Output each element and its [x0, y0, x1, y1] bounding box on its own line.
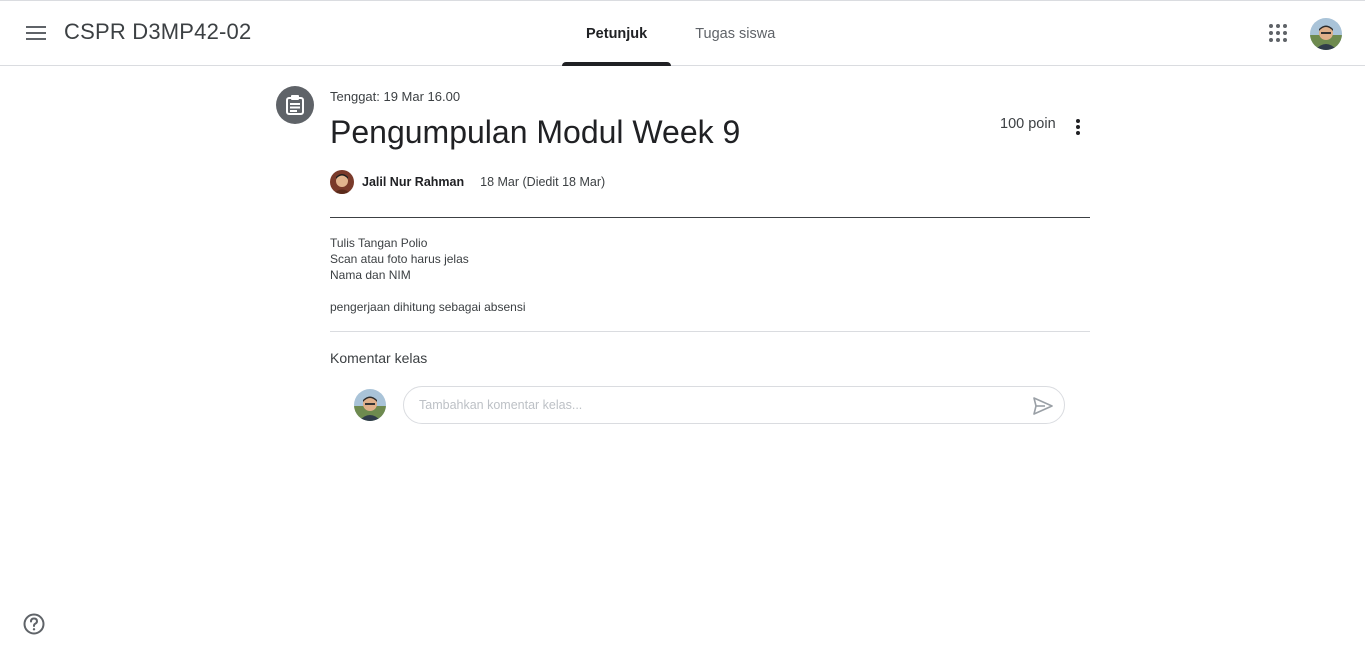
help-button[interactable]: [22, 612, 46, 636]
instruction-line: Nama dan NIM: [330, 268, 411, 282]
assignment-icon: [276, 86, 314, 124]
instructions-text: Tulis Tangan Polio Scan atau foto harus …: [330, 235, 526, 315]
class-comments-heading: Komentar kelas: [330, 350, 428, 366]
author-row: Jalil Nur Rahman 18 Mar (Diedit 18 Mar): [330, 170, 605, 194]
instruction-line: Scan atau foto harus jelas: [330, 252, 469, 266]
account-avatar[interactable]: [1310, 18, 1342, 50]
menu-icon: [26, 26, 46, 40]
posted-date: 18 Mar (Diedit 18 Mar): [480, 175, 606, 189]
class-title[interactable]: CSPR D3MP42-02: [64, 19, 251, 45]
main-menu-button[interactable]: [16, 13, 56, 53]
apps-grid-icon: [1269, 24, 1287, 42]
content-divider: [330, 331, 1090, 332]
comment-box: [403, 386, 1065, 424]
more-options-button[interactable]: [1064, 113, 1092, 141]
more-vert-icon: [1076, 119, 1080, 135]
comment-user-avatar: [354, 389, 386, 421]
assignment-title: Pengumpulan Modul Week 9: [330, 114, 741, 150]
instruction-line: [330, 283, 526, 299]
instruction-line: pengerjaan dihitung sebagai absensi: [330, 300, 526, 314]
send-icon: [1033, 397, 1053, 415]
top-app-bar: CSPR D3MP42-02 Petunjuk Tugas siswa: [0, 0, 1365, 66]
header-divider: [330, 217, 1090, 218]
help-icon: [23, 613, 45, 635]
instruction-line: Tulis Tangan Polio: [330, 236, 428, 250]
author-name: Jalil Nur Rahman: [362, 175, 465, 189]
google-apps-button[interactable]: [1258, 13, 1298, 53]
send-comment-button[interactable]: [1030, 393, 1056, 419]
due-date: Tenggat: 19 Mar 16.00: [330, 89, 461, 104]
tab-bar: Petunjuk Tugas siswa: [562, 1, 799, 66]
author-avatar: [330, 170, 354, 194]
tab-instructions[interactable]: Petunjuk: [562, 1, 672, 66]
points-value: 100 poin: [1000, 116, 1056, 132]
class-comment-input[interactable]: [419, 387, 1019, 423]
tab-student-work[interactable]: Tugas siswa: [671, 1, 799, 66]
